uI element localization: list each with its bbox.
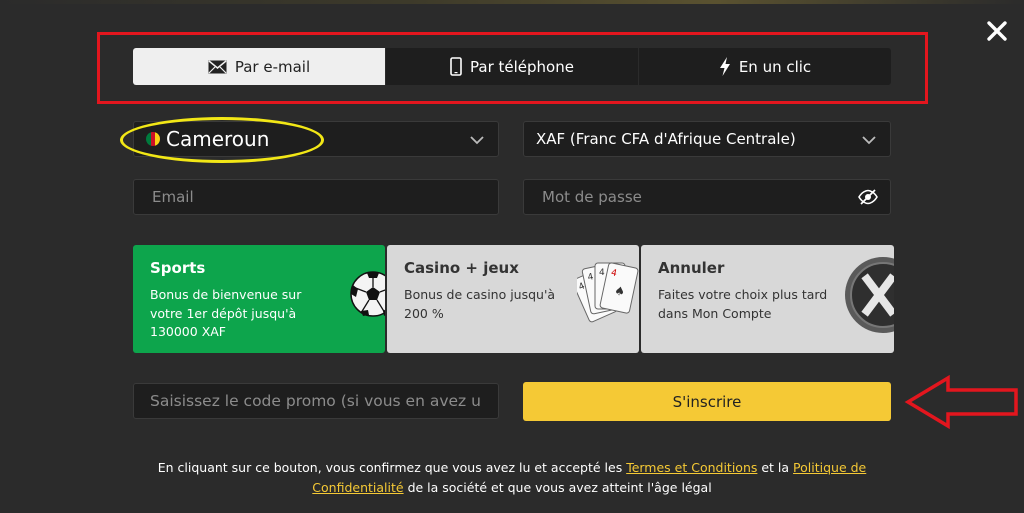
terms-link[interactable]: Termes et Conditions (626, 460, 757, 475)
email-input[interactable] (133, 179, 499, 215)
password-input[interactable] (523, 179, 891, 215)
legal-notice: En cliquant sur ce bouton, vous confirme… (120, 458, 904, 498)
tab-email[interactable]: Par e-mail (133, 48, 386, 85)
eye-slash-icon[interactable] (857, 188, 879, 206)
phone-icon (450, 57, 462, 76)
bonus-card-description: Faites votre choix plus tard dans Mon Co… (658, 287, 828, 321)
tab-phone-label: Par téléphone (470, 57, 574, 76)
bonus-card-casino[interactable]: Casino + jeux Bonus de casino jusqu'à 20… (387, 245, 639, 353)
svg-text:4: 4 (599, 268, 605, 278)
currency-value: XAF (Franc CFA d'Afrique Centrale) (536, 130, 796, 148)
bonus-card-sports[interactable]: Sports Bonus de bienvenue sur votre 1er … (133, 245, 385, 353)
tab-one-click[interactable]: En un clic (639, 48, 891, 85)
legal-text: et la (757, 460, 794, 475)
annotation-ellipse (120, 117, 324, 163)
signup-button[interactable]: S'inscrire (523, 382, 891, 421)
tab-email-label: Par e-mail (234, 57, 311, 76)
promo-code-input[interactable] (133, 383, 499, 419)
legal-text: En cliquant sur ce bouton, vous confirme… (157, 460, 627, 475)
cancel-x-icon (845, 257, 894, 333)
chevron-down-icon (862, 136, 876, 145)
playing-cards-icon: 4 4 4 4♠ (577, 262, 639, 323)
currency-select[interactable]: XAF (Franc CFA d'Afrique Centrale) (523, 121, 891, 157)
soccer-ball-icon (350, 271, 385, 317)
tab-one-click-label: En un clic (738, 57, 812, 76)
annotation-arrow (904, 374, 1018, 430)
tab-phone[interactable]: Par téléphone (386, 48, 639, 85)
bonus-card-description: Bonus de casino jusqu'à 200 % (404, 287, 556, 321)
legal-text: de la société et que vous avez atteint l… (403, 480, 712, 495)
registration-method-tabs: Par e-mail Par téléphone En un clic (133, 48, 891, 85)
bonus-card-description: Bonus de bienvenue sur votre 1er dépôt j… (150, 287, 302, 339)
close-icon[interactable] (985, 19, 1009, 43)
top-decor-strip (0, 0, 1024, 4)
bonus-card-cancel[interactable]: Annuler Faites votre choix plus tard dan… (641, 245, 894, 353)
lightning-icon (719, 57, 730, 76)
envelope-icon (208, 59, 227, 73)
chevron-down-icon (470, 136, 484, 145)
